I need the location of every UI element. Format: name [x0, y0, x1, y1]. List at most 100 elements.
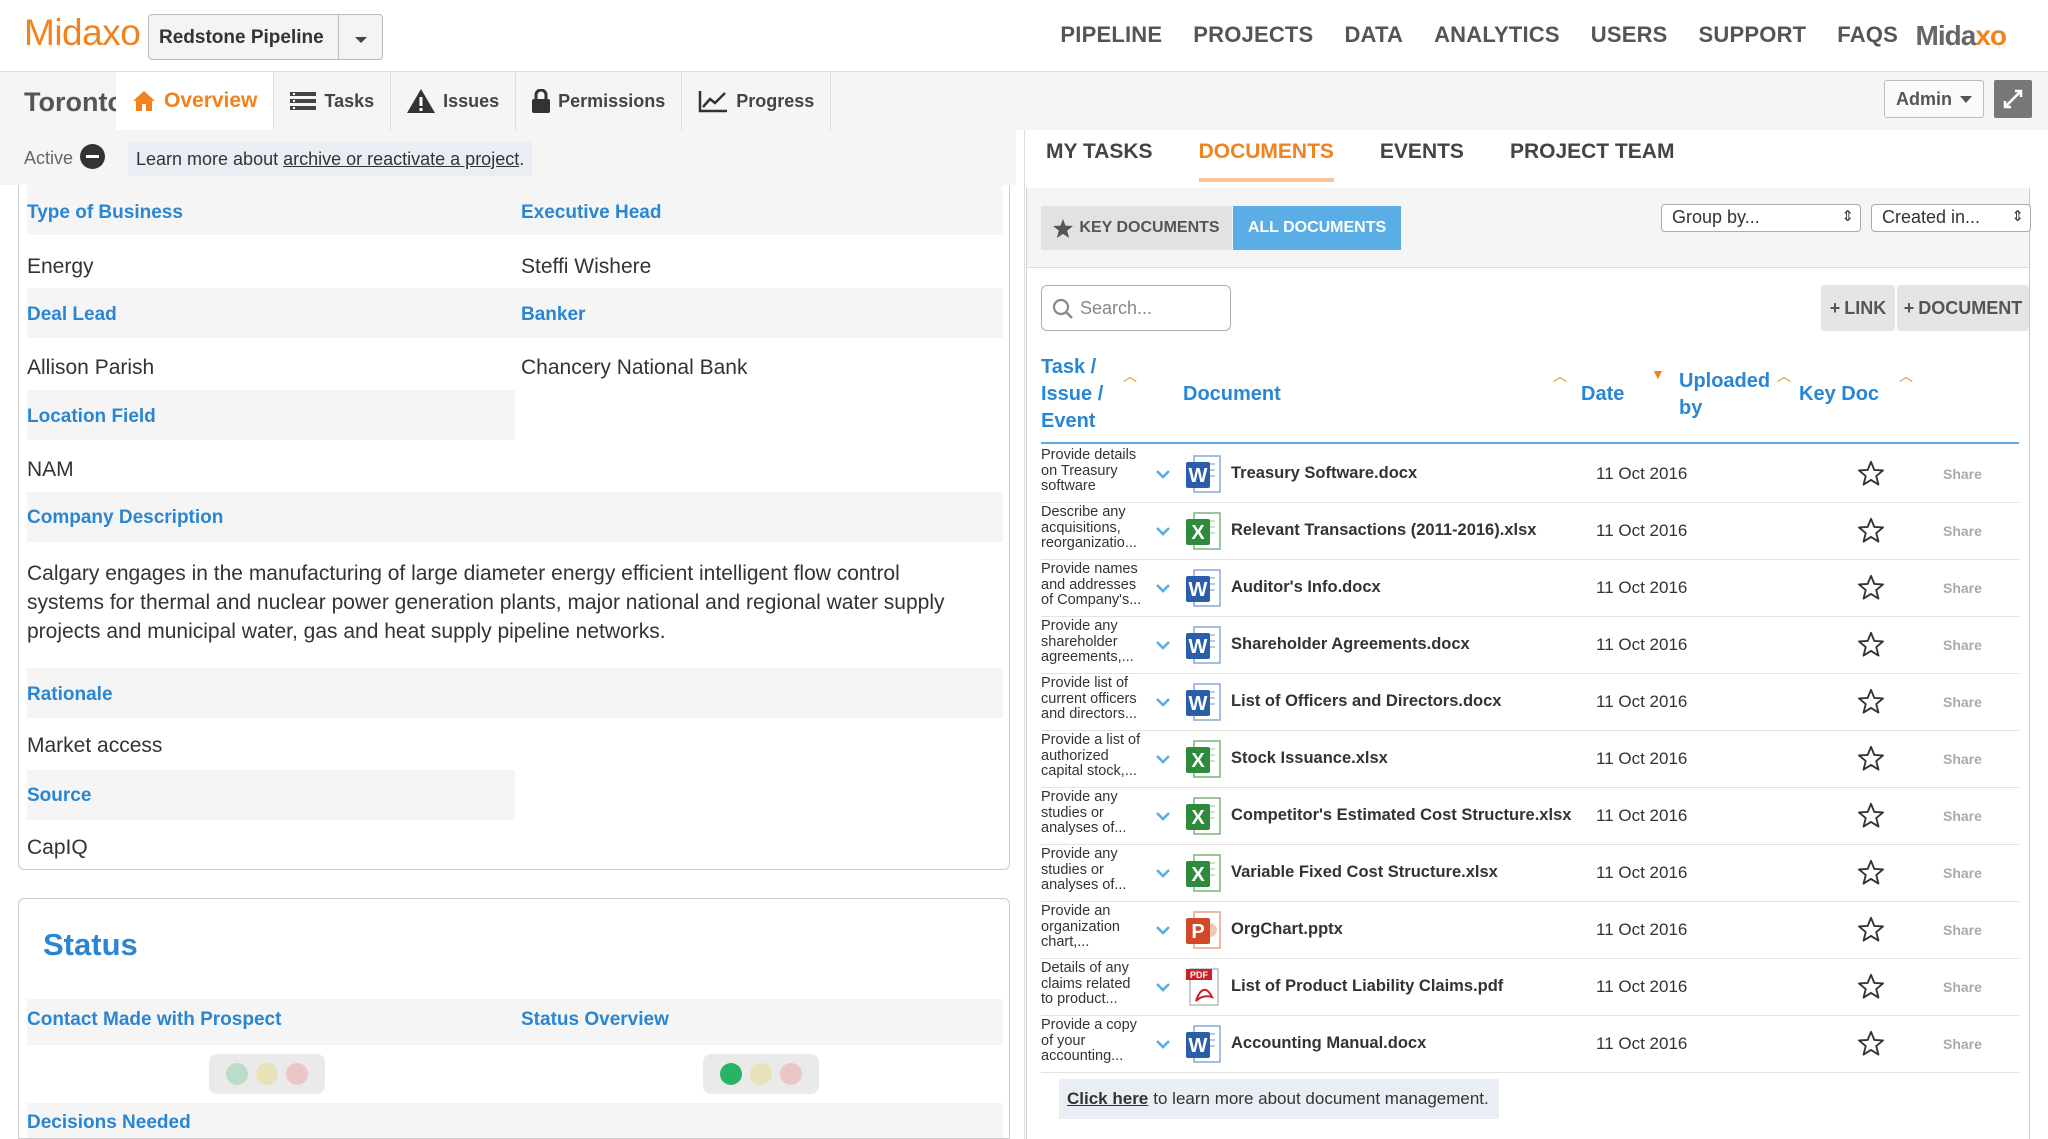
table-row[interactable]: Provide names and addresses of Company's..… [1041, 560, 2019, 617]
share-button[interactable]: Share [1943, 580, 1982, 596]
task-name[interactable]: Details of any claims related to product..… [1041, 960, 1151, 1008]
expand-icon[interactable] [1994, 80, 2032, 118]
chevron-down-icon[interactable] [338, 15, 382, 59]
chevron-down-icon[interactable] [1155, 865, 1171, 883]
document-name[interactable]: Stock Issuance.xlsx [1231, 749, 1388, 768]
document-name[interactable]: List of Product Liability Claims.pdf [1231, 977, 1503, 996]
nav-analytics[interactable]: ANALYTICS [1434, 22, 1560, 48]
share-button[interactable]: Share [1943, 979, 1982, 995]
share-button[interactable]: Share [1943, 694, 1982, 710]
document-name[interactable]: Accounting Manual.docx [1231, 1034, 1426, 1053]
star-icon[interactable] [1857, 859, 1885, 891]
table-row[interactable]: Provide an organization chart,... P OrgChart… [1041, 902, 2019, 959]
tab-overview[interactable]: Overview [116, 72, 275, 130]
chevron-down-icon[interactable] [1155, 751, 1171, 769]
tab-events[interactable]: EVENTS [1380, 140, 1464, 182]
task-name[interactable]: Provide details on Treasury software [1041, 447, 1151, 495]
star-icon[interactable] [1857, 1030, 1885, 1062]
all-documents-button[interactable]: ALL DOCUMENTS [1233, 206, 1401, 250]
nav-projects[interactable]: PROJECTS [1193, 22, 1313, 48]
pipeline-select[interactable]: Redstone Pipeline [148, 14, 383, 60]
table-row[interactable]: Provide any shareholder agreements,... W Sha… [1041, 617, 2019, 674]
star-icon[interactable] [1857, 916, 1885, 948]
share-button[interactable]: Share [1943, 637, 1982, 653]
task-name[interactable]: Provide any studies or analyses of... [1041, 789, 1151, 837]
table-row[interactable]: Provide a list of authorized capital stock… [1041, 731, 2019, 788]
star-icon[interactable] [1857, 631, 1885, 663]
nav-users[interactable]: USERS [1591, 22, 1668, 48]
chevron-down-icon[interactable] [1155, 922, 1171, 940]
sort-caret-up-icon[interactable]: ︿ [1553, 366, 1567, 386]
col-task-issue-event[interactable]: Task / Issue / Event [1041, 354, 1103, 435]
share-button[interactable]: Share [1943, 751, 1982, 767]
nav-faqs[interactable]: FAQS [1837, 22, 1898, 48]
document-name[interactable]: List of Officers and Directors.docx [1231, 692, 1501, 711]
document-name[interactable]: OrgChart.pptx [1231, 920, 1343, 939]
table-row[interactable]: Provide list of current officers and direc… [1041, 674, 2019, 731]
sort-caret-down-icon[interactable]: ▼ [1651, 366, 1665, 382]
col-key-doc[interactable]: Key Doc [1799, 381, 1879, 408]
document-name[interactable]: Treasury Software.docx [1231, 464, 1417, 483]
star-icon[interactable] [1857, 688, 1885, 720]
table-row[interactable]: Provide a copy of your accounting... W Accou… [1041, 1016, 2019, 1073]
status-overview-traffic-light[interactable] [703, 1054, 819, 1094]
document-name[interactable]: Variable Fixed Cost Structure.xlsx [1231, 863, 1498, 882]
chevron-down-icon[interactable] [1155, 979, 1171, 997]
contact-traffic-light[interactable] [209, 1054, 325, 1094]
midaxo-logo[interactable]: Midaxo [24, 12, 141, 54]
chevron-down-icon[interactable] [1155, 1036, 1171, 1054]
admin-dropdown[interactable]: Admin [1884, 80, 1984, 118]
col-document[interactable]: Document [1183, 381, 1281, 408]
search-input[interactable]: Search... [1041, 285, 1231, 331]
tab-project-team[interactable]: PROJECT TEAM [1510, 140, 1675, 182]
nav-pipeline[interactable]: PIPELINE [1060, 22, 1162, 48]
add-document-button[interactable]: + DOCUMENT [1897, 285, 2029, 331]
archive-reactivate-link[interactable]: archive or reactivate a project [283, 149, 519, 170]
chevron-down-icon[interactable] [1155, 466, 1171, 484]
created-in-select[interactable]: Created in... [1871, 204, 2031, 232]
task-name[interactable]: Provide a list of authorized capital stock… [1041, 732, 1151, 780]
share-button[interactable]: Share [1943, 865, 1982, 881]
star-icon[interactable] [1857, 574, 1885, 606]
nav-data[interactable]: DATA [1344, 22, 1403, 48]
nav-support[interactable]: SUPPORT [1699, 22, 1807, 48]
star-icon[interactable] [1857, 460, 1885, 492]
sort-caret-up-icon[interactable]: ︿ [1123, 366, 1137, 386]
tab-issues[interactable]: Issues [391, 72, 517, 130]
chevron-down-icon[interactable] [1155, 694, 1171, 712]
table-row[interactable]: Provide any studies or analyses of... X Comp… [1041, 788, 2019, 845]
task-name[interactable]: Provide names and addresses of Company's..… [1041, 561, 1151, 609]
document-name[interactable]: Competitor's Estimated Cost Structure.xl… [1231, 806, 1571, 825]
star-icon[interactable] [1857, 973, 1885, 1005]
share-button[interactable]: Share [1943, 523, 1982, 539]
tab-tasks[interactable]: Tasks [274, 72, 392, 130]
table-row[interactable]: Provide any studies or analyses of... X Vari… [1041, 845, 2019, 902]
chevron-down-icon[interactable] [1155, 523, 1171, 541]
table-row[interactable]: Describe any acquisitions, reorganizatio..… [1041, 503, 2019, 560]
task-name[interactable]: Provide list of current officers and direc… [1041, 675, 1151, 723]
share-button[interactable]: Share [1943, 1036, 1982, 1052]
table-row[interactable]: Details of any claims related to product..… [1041, 959, 2019, 1016]
task-name[interactable]: Provide any shareholder agreements,... [1041, 618, 1151, 666]
star-icon[interactable] [1857, 517, 1885, 549]
add-link-button[interactable]: + LINK [1821, 285, 1895, 331]
task-name[interactable]: Provide any studies or analyses of... [1041, 846, 1151, 894]
share-button[interactable]: Share [1943, 922, 1982, 938]
tab-documents[interactable]: DOCUMENTS [1198, 140, 1334, 182]
sort-caret-up-icon[interactable]: ︿ [1777, 366, 1791, 386]
minus-circle-icon[interactable] [80, 144, 105, 169]
share-button[interactable]: Share [1943, 466, 1982, 482]
share-button[interactable]: Share [1943, 808, 1982, 824]
tab-progress[interactable]: Progress [682, 72, 832, 130]
document-name[interactable]: Relevant Transactions (2011-2016).xlsx [1231, 521, 1536, 540]
star-icon[interactable] [1857, 745, 1885, 777]
chevron-down-icon[interactable] [1155, 580, 1171, 598]
document-name[interactable]: Shareholder Agreements.docx [1231, 635, 1470, 654]
tab-permissions[interactable]: Permissions [516, 72, 683, 130]
table-row[interactable]: Provide details on Treasury software W Treas… [1041, 446, 2019, 503]
star-icon[interactable] [1857, 802, 1885, 834]
tab-my-tasks[interactable]: MY TASKS [1046, 140, 1153, 182]
sort-caret-up-icon[interactable]: ︿ [1899, 366, 1913, 386]
chevron-down-icon[interactable] [1155, 637, 1171, 655]
task-name[interactable]: Provide a copy of your accounting... [1041, 1017, 1151, 1065]
